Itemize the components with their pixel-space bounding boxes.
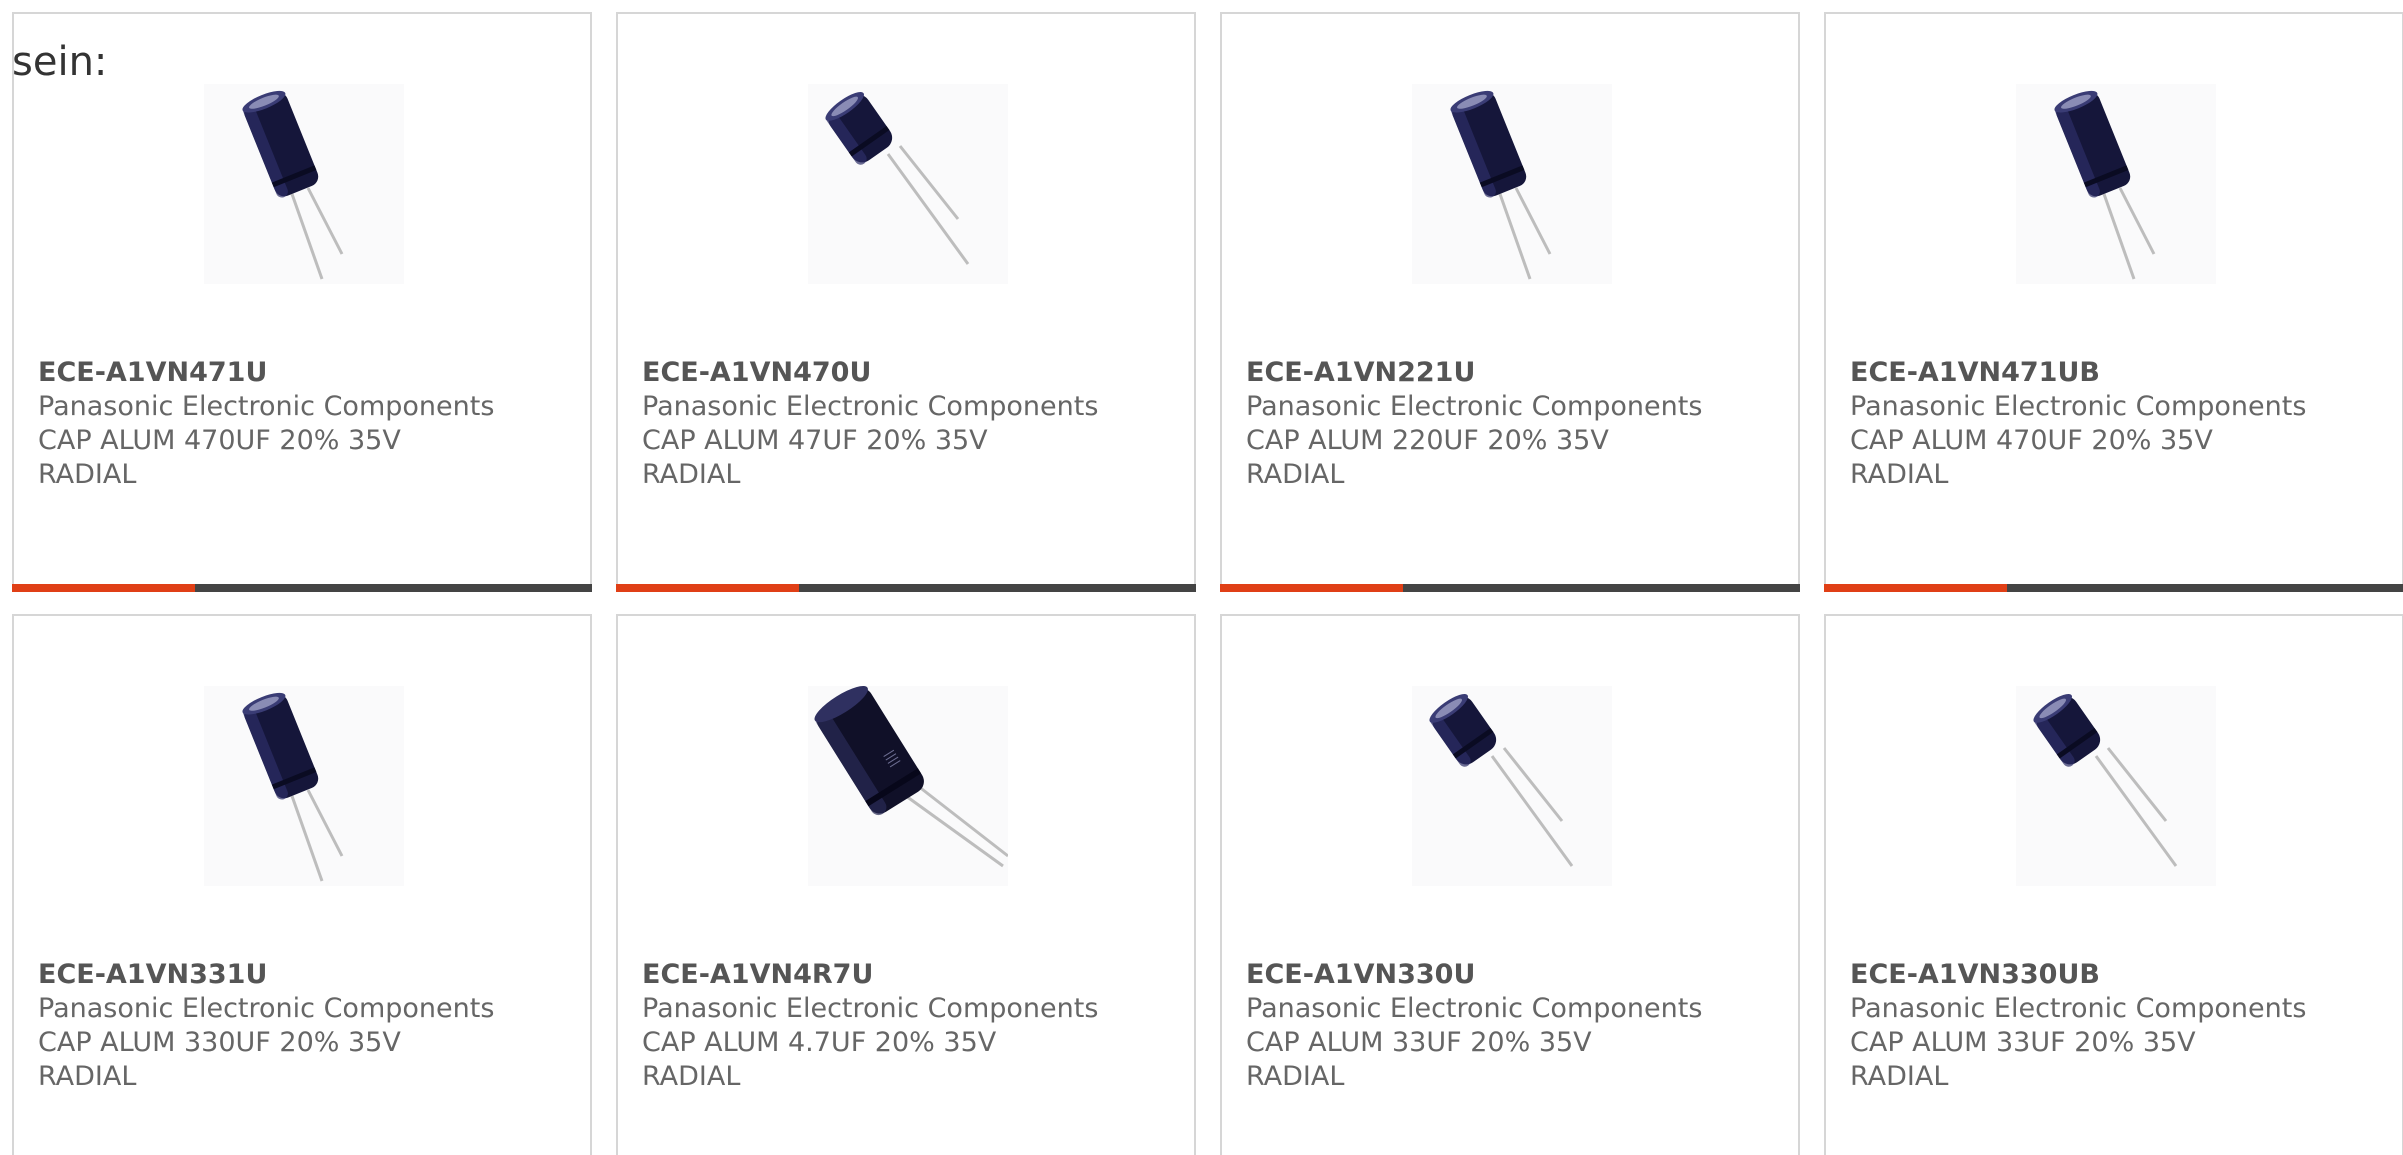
capacitor-tall-icon[interactable]: [204, 84, 404, 284]
product-info: ECE-A1VN470U Panasonic Electronic Compon…: [642, 356, 1182, 492]
description: CAP ALUM 33UF 20% 35V: [1246, 1027, 1592, 1058]
manufacturer: Panasonic Electronic Components: [1850, 391, 2307, 422]
part-number[interactable]: ECE-A1VN471UB: [1850, 356, 2390, 390]
capacitor-short-icon[interactable]: [1412, 686, 1612, 886]
product-card[interactable]: ECE-A1VN221U Panasonic Electronic Compon…: [1220, 12, 1800, 592]
product-card[interactable]: ECE-A1VN330U Panasonic Electronic Compon…: [1220, 614, 1800, 1155]
product-card[interactable]: ECE-A1VN471UB Panasonic Electronic Compo…: [1824, 12, 2403, 592]
product-card[interactable]: ECE-A1VN470U Panasonic Electronic Compon…: [616, 12, 1196, 592]
description: CAP ALUM 470UF 20% 35V: [38, 425, 401, 456]
card-accent-bar: [616, 584, 1196, 592]
description: CAP ALUM 330UF 20% 35V: [38, 1027, 401, 1058]
capacitor-tall-icon[interactable]: [2016, 84, 2216, 284]
card-accent-bar: [1824, 584, 2403, 592]
capacitor-short-icon[interactable]: [2016, 686, 2216, 886]
product-info: ECE-A1VN4R7U Panasonic Electronic Compon…: [642, 958, 1182, 1094]
product-info: ECE-A1VN330UB Panasonic Electronic Compo…: [1850, 958, 2390, 1094]
part-number[interactable]: ECE-A1VN330UB: [1850, 958, 2390, 992]
product-grid: ECE-A1VN471U Panasonic Electronic Compon…: [12, 12, 2403, 1155]
card-accent-fill: [12, 584, 195, 592]
part-number[interactable]: ECE-A1VN221U: [1246, 356, 1786, 390]
description: CAP ALUM 47UF 20% 35V: [642, 425, 988, 456]
card-accent-bar: [12, 584, 592, 592]
manufacturer: Panasonic Electronic Components: [1246, 391, 1703, 422]
product-info: ECE-A1VN221U Panasonic Electronic Compon…: [1246, 356, 1786, 492]
package: RADIAL: [1246, 459, 1345, 490]
manufacturer: Panasonic Electronic Components: [1246, 993, 1703, 1024]
part-number[interactable]: ECE-A1VN4R7U: [642, 958, 1182, 992]
package: RADIAL: [1850, 1061, 1949, 1092]
product-info: ECE-A1VN331U Panasonic Electronic Compon…: [38, 958, 578, 1094]
intro-text: sein:: [12, 39, 108, 85]
description: CAP ALUM 220UF 20% 35V: [1246, 425, 1609, 456]
package: RADIAL: [1850, 459, 1949, 490]
part-number[interactable]: ECE-A1VN330U: [1246, 958, 1786, 992]
part-number[interactable]: ECE-A1VN471U: [38, 356, 578, 390]
description: CAP ALUM 470UF 20% 35V: [1850, 425, 2213, 456]
manufacturer: Panasonic Electronic Components: [642, 391, 1099, 422]
description: CAP ALUM 4.7UF 20% 35V: [642, 1027, 997, 1058]
product-card[interactable]: ECE-A1VN330UB Panasonic Electronic Compo…: [1824, 614, 2403, 1155]
card-accent-fill: [616, 584, 799, 592]
capacitor-tall-icon[interactable]: [204, 686, 404, 886]
card-accent-fill: [1824, 584, 2007, 592]
card-accent-fill: [1220, 584, 1403, 592]
product-info: ECE-A1VN471U Panasonic Electronic Compon…: [38, 356, 578, 492]
manufacturer: Panasonic Electronic Components: [642, 993, 1099, 1024]
capacitor-short-icon[interactable]: [808, 84, 1008, 284]
package: RADIAL: [642, 1061, 741, 1092]
card-accent-bar: [1220, 584, 1800, 592]
part-number[interactable]: ECE-A1VN470U: [642, 356, 1182, 390]
capacitor-large-icon[interactable]: ||||: [808, 686, 1008, 886]
manufacturer: Panasonic Electronic Components: [1850, 993, 2307, 1024]
manufacturer: Panasonic Electronic Components: [38, 391, 495, 422]
part-number[interactable]: ECE-A1VN331U: [38, 958, 578, 992]
capacitor-tall-icon[interactable]: [1412, 84, 1612, 284]
description: CAP ALUM 33UF 20% 35V: [1850, 1027, 2196, 1058]
product-info: ECE-A1VN330U Panasonic Electronic Compon…: [1246, 958, 1786, 1094]
package: RADIAL: [1246, 1061, 1345, 1092]
product-card[interactable]: |||| ECE-A1VN4R7U Panasonic Electronic C…: [616, 614, 1196, 1155]
package: RADIAL: [38, 1061, 137, 1092]
product-listing-page: sein: ECE-A1VN471U Panasonic Electronic …: [0, 0, 2403, 1155]
product-card[interactable]: ECE-A1VN331U Panasonic Electronic Compon…: [12, 614, 592, 1155]
package: RADIAL: [38, 459, 137, 490]
product-card[interactable]: ECE-A1VN471U Panasonic Electronic Compon…: [12, 12, 592, 592]
product-info: ECE-A1VN471UB Panasonic Electronic Compo…: [1850, 356, 2390, 492]
manufacturer: Panasonic Electronic Components: [38, 993, 495, 1024]
package: RADIAL: [642, 459, 741, 490]
